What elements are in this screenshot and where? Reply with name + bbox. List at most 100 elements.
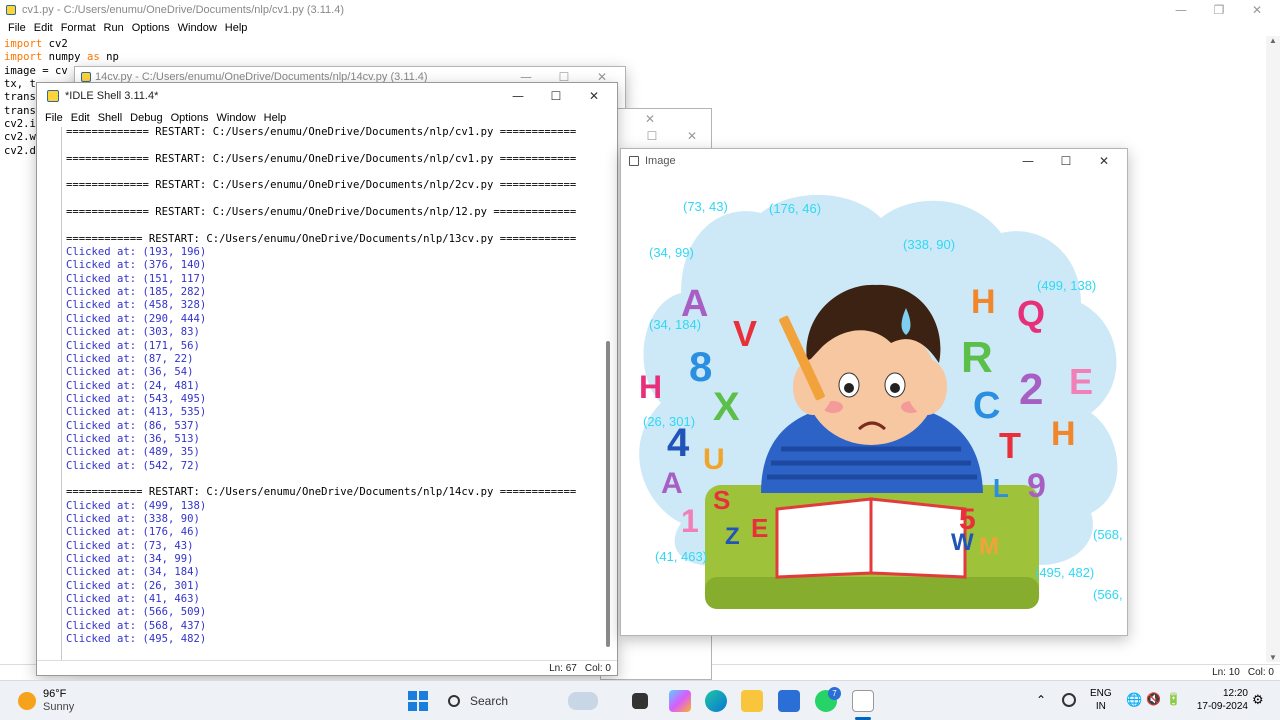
restart-line: ============= RESTART: C:/Users/enumu/On…: [66, 179, 577, 192]
store-icon[interactable]: [778, 690, 800, 712]
network-icon[interactable]: 🌐: [1126, 692, 1142, 708]
output-line: Clicked at: (87, 22): [66, 352, 194, 365]
close-button[interactable]: ✕: [1085, 149, 1123, 173]
idle-shell-window: *IDLE Shell 3.11.4* — ☐ ✕ File Edit Shel…: [36, 82, 618, 676]
menu-debug[interactable]: Debug: [130, 112, 162, 124]
click-coordinate-label: (41, 463): [655, 549, 708, 564]
click-coordinate-label: (73, 43): [683, 199, 728, 214]
scroll-up-arrow-icon[interactable]: ▲: [1266, 36, 1280, 45]
clock-date: 17-09-2024: [1196, 701, 1248, 712]
editor-scrollbar[interactable]: ▲ ▼: [1266, 36, 1280, 662]
click-coordinate-label: (26, 301): [643, 414, 696, 429]
weather-widget[interactable]: 96°F Sunny: [18, 687, 128, 715]
clock[interactable]: 12:20 17-09-2024: [1190, 687, 1248, 713]
menu-edit[interactable]: Edit: [71, 112, 90, 124]
editor-titlebar[interactable]: cv1.py - C:/Users/enumu/OneDrive/Documen…: [0, 0, 1280, 20]
output-line: Clicked at: (543, 495): [66, 392, 207, 405]
clock-time: 12:20: [1222, 688, 1248, 699]
output-line: Clicked at: (185, 282): [66, 286, 207, 299]
image-title: Image: [645, 155, 676, 167]
minimize-button[interactable]: —: [499, 83, 537, 109]
click-coordinate-label: (176, 46): [769, 201, 822, 216]
menu-run[interactable]: Run: [104, 22, 124, 34]
menu-shell[interactable]: Shell: [98, 112, 122, 124]
tray-app-icon[interactable]: [1062, 693, 1076, 707]
maximize-button[interactable]: ☐: [633, 123, 671, 149]
restart-line: ============= RESTART: C:/Users/enumu/On…: [66, 206, 577, 219]
menu-file[interactable]: File: [8, 22, 26, 34]
click-coordinate-label: (34, 99): [649, 245, 694, 260]
status-col: Col: 0: [1247, 667, 1274, 678]
close-button[interactable]: ✕: [673, 123, 711, 149]
output-line: Clicked at: (34, 99): [66, 553, 194, 565]
menu-edit[interactable]: Edit: [34, 22, 53, 34]
idle-icon: [81, 72, 91, 82]
shell-output-area[interactable]: ============= RESTART: C:/Users/enumu/On…: [66, 126, 602, 658]
output-line: Clicked at: (495, 482): [66, 633, 207, 646]
close-button[interactable]: ✕: [1238, 0, 1276, 20]
close-button[interactable]: ✕: [575, 83, 613, 109]
lang-bottom: IN: [1095, 701, 1106, 712]
shell-statusbar: Ln: 67 Col: 0: [37, 660, 617, 675]
shell-titlebar[interactable]: *IDLE Shell 3.11.4* — ☐ ✕: [37, 83, 617, 109]
image-window: Image — ☐ ✕ A V 8 H X 4 U A 1 S E Z H Q …: [620, 148, 1128, 636]
taskbar: 96°F Sunny Search 7 ⌃ ENG IN 🌐 🔇 🔋 12:20…: [0, 680, 1280, 720]
task-view-icon[interactable]: [632, 693, 648, 709]
volume-icon[interactable]: 🔇: [1146, 692, 1161, 706]
lang-top: ENG: [1090, 688, 1112, 699]
menu-options[interactable]: Options: [132, 22, 170, 34]
menu-options[interactable]: Options: [171, 112, 209, 124]
edge-icon[interactable]: [705, 690, 727, 712]
search-box[interactable]: Search: [440, 687, 620, 715]
settings-gear-icon[interactable]: ⚙: [1252, 692, 1264, 708]
sun-icon: [18, 692, 36, 710]
image-canvas[interactable]: AV8HX4UA1SEZHQRE2CTHL95WM (73, 43) (176, …: [621, 173, 1127, 635]
maximize-button[interactable]: ☐: [1047, 149, 1085, 173]
menu-help[interactable]: Help: [225, 22, 248, 34]
restart-line: ============ RESTART: C:/Users/enumu/One…: [66, 232, 577, 245]
chevron-up-icon[interactable]: ⌃: [1036, 693, 1046, 707]
scroll-down-arrow-icon[interactable]: ▼: [1266, 653, 1280, 662]
weather-desc: Sunny: [43, 701, 75, 713]
file-explorer-icon[interactable]: [741, 690, 763, 712]
code-line: import numpy as np: [4, 51, 119, 64]
minimize-button[interactable]: —: [1009, 149, 1047, 173]
output-line: Clicked at: (73, 43): [66, 539, 194, 552]
editor-title: cv1.py - C:/Users/enumu/OneDrive/Documen…: [22, 4, 344, 16]
output-line: Clicked at: (193, 196): [66, 246, 207, 259]
output-line: Clicked at: (171, 56): [66, 339, 200, 352]
menu-format[interactable]: Format: [61, 22, 96, 34]
maximize-button[interactable]: ❐: [1200, 0, 1238, 20]
click-coordinate-label: (495, 482): [1035, 565, 1095, 580]
menu-help[interactable]: Help: [264, 112, 287, 124]
maximize-button[interactable]: ☐: [537, 83, 575, 109]
output-line: Clicked at: (458, 328): [66, 299, 207, 312]
click-coordinate-label: (566,: [1093, 587, 1123, 602]
click-coordinate-label: (568,: [1093, 527, 1123, 542]
image-titlebar[interactable]: Image — ☐ ✕: [621, 149, 1127, 173]
copilot-icon[interactable]: [669, 690, 691, 712]
output-line: Clicked at: (566, 509): [66, 606, 207, 619]
menu-window[interactable]: Window: [217, 112, 256, 124]
scrollbar-thumb[interactable]: [606, 341, 610, 647]
output-line: Clicked at: (290, 444): [66, 312, 207, 325]
window-icon: [629, 156, 639, 166]
shell-scrollbar[interactable]: [606, 127, 612, 661]
output-line: Clicked at: (338, 90): [66, 512, 200, 525]
windows-logo-icon: [408, 691, 417, 700]
menu-window[interactable]: Window: [178, 22, 217, 34]
start-button[interactable]: [408, 691, 428, 711]
python-idle-icon[interactable]: [852, 690, 874, 712]
restart-line: ============= RESTART: C:/Users/enumu/On…: [66, 152, 577, 165]
battery-icon[interactable]: 🔋: [1166, 692, 1181, 706]
menu-file[interactable]: File: [45, 112, 63, 124]
idle-icon: [47, 90, 59, 102]
language-indicator[interactable]: ENG IN: [1090, 687, 1112, 713]
idle-icon: [6, 5, 16, 15]
minimize-button[interactable]: —: [1162, 0, 1200, 20]
